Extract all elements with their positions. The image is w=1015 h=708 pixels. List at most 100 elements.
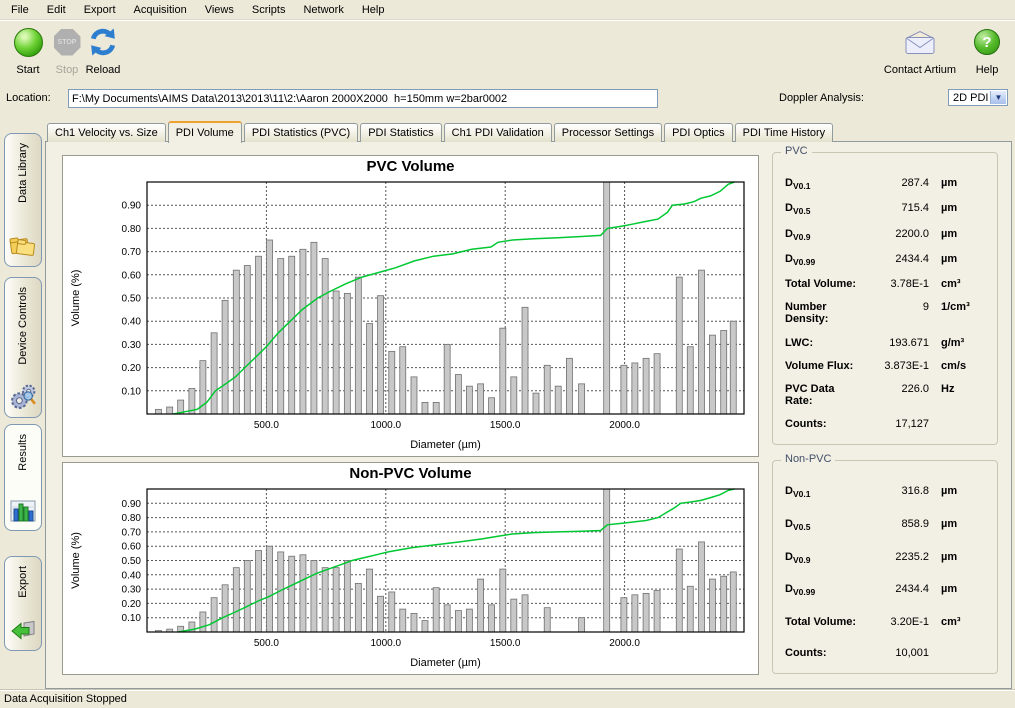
stat-label: LWC: (785, 337, 863, 349)
stat-value: 3.78E-1 (863, 278, 929, 290)
tab-pdi-statistics[interactable]: PDI Statistics (360, 123, 441, 142)
folders-icon (9, 234, 37, 259)
reload-button[interactable]: Reload (78, 23, 128, 76)
stat-row: DV0.1316.8µm (785, 485, 985, 499)
stat-row: Volume Flux:3.873E-1cm/s (785, 360, 985, 372)
envelope-icon (902, 29, 938, 56)
svg-text:1000.0: 1000.0 (371, 638, 402, 649)
stat-unit: µm (941, 202, 985, 214)
stat-row: DV0.992434.4µm (785, 253, 985, 267)
non-pvc-stats-group: Non-PVC DV0.1316.8µmDV0.5858.9µmDV0.9223… (772, 460, 998, 674)
stat-label: Counts: (785, 418, 863, 430)
menu-item-views[interactable]: Views (196, 2, 243, 18)
pvc-stats-group: PVC DV0.1287.4µmDV0.5715.4µmDV0.92200.0µ… (772, 152, 998, 445)
stat-row: Counts:17,127 (785, 418, 985, 430)
sidebar-item-export[interactable]: Export (4, 556, 42, 651)
stat-unit: Hz (941, 383, 985, 395)
chevron-down-icon[interactable]: ▼ (990, 91, 1006, 104)
location-input[interactable] (68, 89, 658, 108)
stat-value: 2434.4 (863, 583, 929, 595)
svg-text:500.0: 500.0 (254, 420, 279, 431)
app-window: FileEditExportAcquisitionViewsScriptsNet… (0, 0, 1015, 708)
pvc-volume-chart: PVC Volume 0.100.200.300.400.500.600.700… (62, 155, 759, 457)
svg-text:0.60: 0.60 (122, 270, 142, 281)
svg-text:1500.0: 1500.0 (490, 638, 521, 649)
pvc-stats-rows: DV0.1287.4µmDV0.5715.4µmDV0.92200.0µmDV0… (773, 169, 997, 432)
tab-pdi-statistics-pvc[interactable]: PDI Statistics (PVC) (244, 123, 358, 142)
export-arrow-icon (10, 619, 36, 643)
stat-label: DV0.99 (785, 583, 863, 597)
menu-item-acquisition[interactable]: Acquisition (125, 2, 196, 18)
sidebar-item-device-controls[interactable]: Device Controls (4, 277, 42, 418)
non-pvc-stats-group-title: Non-PVC (781, 453, 835, 465)
stat-label: DV0.5 (785, 518, 863, 532)
stat-row: Number Density:91/cm³ (785, 301, 985, 325)
stat-row: DV0.5858.9µm (785, 518, 985, 532)
stat-unit: g/m³ (941, 337, 985, 349)
stat-label: Total Volume: (785, 278, 863, 290)
svg-text:0.90: 0.90 (122, 499, 142, 510)
tab-pdi-optics[interactable]: PDI Optics (664, 123, 733, 142)
stat-value: 10,001 (863, 647, 929, 659)
menu-item-edit[interactable]: Edit (38, 2, 75, 18)
menu-item-export[interactable]: Export (75, 2, 125, 18)
help-button[interactable]: ? Help (967, 23, 1007, 76)
menu-bar: FileEditExportAcquisitionViewsScriptsNet… (0, 0, 1015, 20)
sidebar-item-data-library[interactable]: Data Library (4, 133, 42, 267)
stat-row: DV0.992434.4 µm (785, 583, 985, 597)
svg-text:0.60: 0.60 (122, 542, 142, 553)
reload-icon (89, 28, 117, 56)
sidebar-label-export: Export (17, 566, 29, 598)
bar-chart-icon (10, 499, 36, 523)
stat-row: LWC:193.671 g/m³ (785, 337, 985, 349)
stat-unit: µm (941, 253, 985, 265)
sidebar-item-results[interactable]: Results (4, 424, 42, 531)
stat-label: Volume Flux: (785, 360, 863, 372)
content-panel: PVC Volume 0.100.200.300.400.500.600.700… (45, 141, 1012, 689)
stop-icon: STOP (54, 29, 81, 56)
stat-value: 2235.2 (863, 551, 929, 563)
tab-ch1-velocity-vs-size[interactable]: Ch1 Velocity vs. Size (47, 123, 166, 142)
pvc-volume-plot: 0.100.200.300.400.500.600.700.800.90500.… (63, 176, 756, 456)
tab-pdi-time-history[interactable]: PDI Time History (735, 123, 834, 142)
svg-text:0.20: 0.20 (122, 599, 142, 610)
menu-item-file[interactable]: File (2, 2, 38, 18)
svg-text:0.90: 0.90 (122, 201, 142, 212)
menu-item-network[interactable]: Network (294, 2, 352, 18)
svg-text:0.80: 0.80 (122, 513, 142, 524)
stat-value: 715.4 (863, 202, 929, 214)
pvc-volume-chart-title: PVC Volume (63, 156, 758, 176)
doppler-analysis-select[interactable]: 2D PDI ▼ (948, 89, 1008, 106)
stat-value: 226.0 (863, 383, 929, 395)
stat-label: Counts: (785, 647, 863, 659)
reload-label: Reload (78, 64, 128, 76)
stat-label: DV0.9 (785, 228, 863, 242)
stat-unit: µm (941, 583, 985, 595)
stat-row: DV0.5715.4µm (785, 202, 985, 216)
stat-value: 2434.4 (863, 253, 929, 265)
stat-label: DV0.1 (785, 177, 863, 191)
svg-text:500.0: 500.0 (254, 638, 279, 649)
doppler-analysis-label: Doppler Analysis: (779, 92, 864, 104)
stat-unit: µm (941, 177, 985, 189)
stat-value: 193.671 (863, 337, 929, 349)
stat-unit: µm (941, 551, 985, 563)
svg-text:0.70: 0.70 (122, 247, 142, 258)
contact-artium-button[interactable]: Contact Artium (877, 23, 963, 76)
sidebar-label-data-library: Data Library (17, 143, 29, 203)
stat-row: DV0.92235.2µm (785, 551, 985, 565)
svg-text:0.30: 0.30 (122, 340, 142, 351)
menu-item-help[interactable]: Help (353, 2, 394, 18)
tab-processor-settings[interactable]: Processor Settings (554, 123, 662, 142)
stat-unit: µm (941, 518, 985, 530)
stat-unit: µm (941, 485, 985, 497)
stat-value: 2200.0 (863, 228, 929, 240)
stat-value: 316.8 (863, 485, 929, 497)
menu-item-scripts[interactable]: Scripts (243, 2, 295, 18)
tab-ch1-pdi-validation[interactable]: Ch1 PDI Validation (444, 123, 552, 142)
tab-pdi-volume[interactable]: PDI Volume (168, 121, 242, 143)
svg-text:0.30: 0.30 (122, 585, 142, 596)
stat-value: 3.873E-1 (863, 360, 929, 372)
non-pvc-volume-chart: Non-PVC Volume 0.100.200.300.400.500.600… (62, 462, 759, 675)
start-icon (14, 28, 43, 57)
